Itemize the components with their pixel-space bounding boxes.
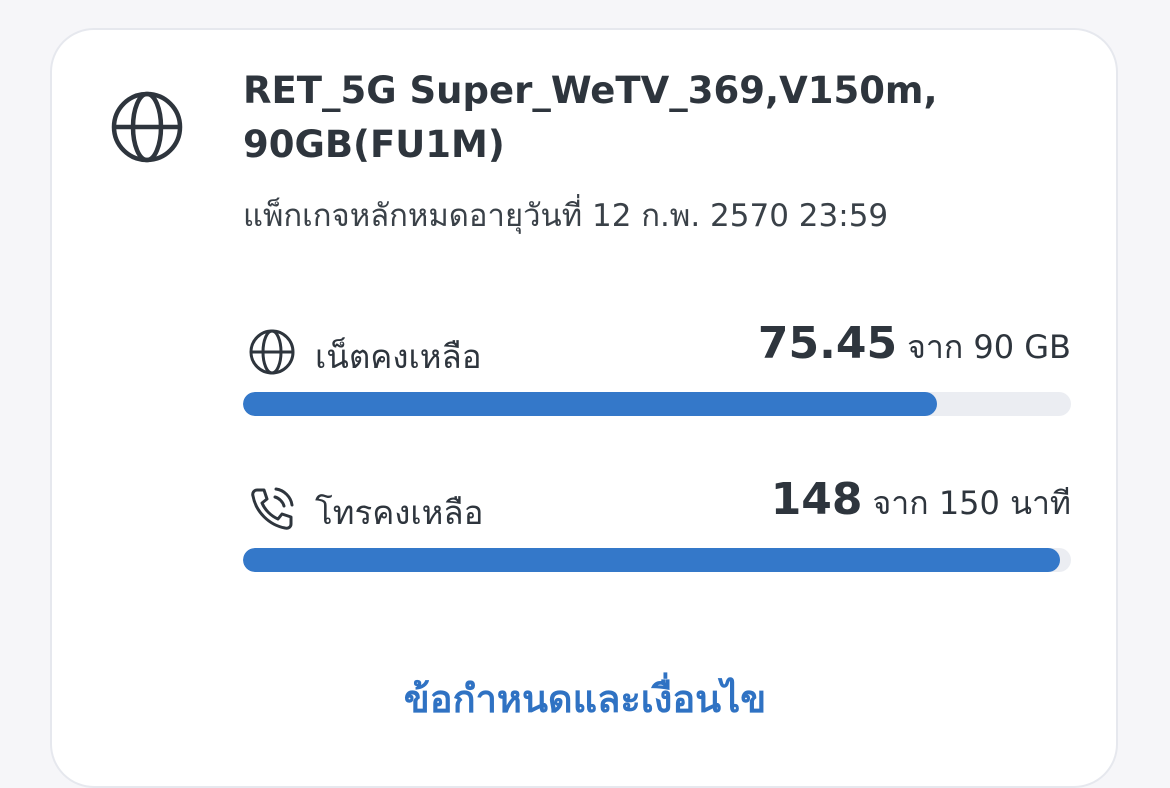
plan-expiry-text: แพ็กเกจหลักหมดอายุวันที่ 12 ก.พ. 2570 23… (243, 198, 889, 234)
data-remaining-amount: 75.45 (757, 318, 898, 369)
voice-progress-fill (243, 548, 1060, 572)
voice-total-text: จาก 150 นาที (872, 484, 1071, 522)
data-progress-bar (243, 392, 1071, 416)
data-progress-fill (243, 392, 938, 416)
data-remaining-value: 75.45 จาก 90 GB (758, 318, 1071, 373)
phone-call-icon (251, 487, 294, 530)
voice-remaining-value: 148 จาก 150 นาที (771, 474, 1071, 529)
voice-remaining-label: โทรคงเหลือ (315, 493, 484, 532)
voice-usage-section: โทรคงเหลือ 148 จาก 150 นาที (243, 474, 1071, 574)
voice-remaining-amount: 148 (770, 474, 863, 525)
terms-and-conditions-link[interactable]: ข้อกำหนดและเงื่อนไข (0, 668, 1170, 729)
globe-icon (111, 91, 183, 163)
plan-title: RET_5G Super_WeTV_369,V150m, 90GB(FU1M) (243, 69, 938, 166)
data-usage-section: เน็ตคงเหลือ 75.45 จาก 90 GB (243, 318, 1071, 418)
voice-progress-bar (243, 548, 1071, 572)
data-total-text: จาก 90 GB (907, 328, 1071, 366)
globe-icon (249, 329, 295, 375)
data-remaining-label: เน็ตคงเหลือ (315, 337, 482, 376)
